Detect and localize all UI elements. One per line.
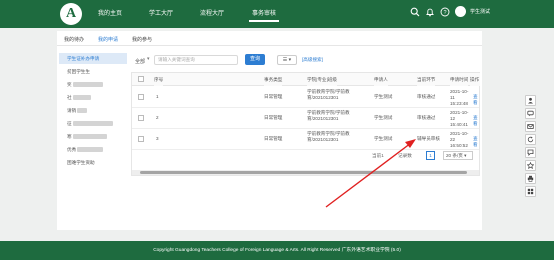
table-row: 3 日常管理 学前教育学院/学前教育/2021012301 学生测试 辅导员审核… — [132, 129, 479, 150]
bell-icon[interactable] — [425, 7, 435, 17]
sidebar-item-winter[interactable]: 寒 — [59, 131, 127, 142]
sidebar: 学生证补办申请 贫困学生生 奖 社 请销 征 寒 优秀 困难学生资助 — [57, 48, 129, 230]
sidebar-item-label: 学生证补办申请 — [67, 56, 100, 61]
view-link[interactable]: 查看 — [473, 115, 479, 127]
applications-table: 序号 事务类型 学院|专业|班级 申请人 当前环节 申请时间 操作 1 日常管理… — [131, 72, 480, 176]
sidebar-item-recruit[interactable]: 征 — [59, 118, 127, 129]
row-checkbox[interactable] — [138, 94, 144, 100]
nav-home[interactable]: 我的主页 — [95, 6, 125, 22]
row-time: 2021-10-12 15:40:41 — [450, 110, 469, 127]
row-step: 审核通过 — [417, 115, 436, 120]
footer-copyright: Copyright Guangdong Teachers College of … — [0, 241, 554, 260]
row-checkbox[interactable] — [138, 115, 144, 121]
page-size-select[interactable]: 20 条/页 ▾ — [443, 151, 473, 160]
sidebar-item-student-card[interactable]: 学生证补办申请 — [59, 53, 127, 64]
sidebar-item-excellent[interactable]: 优秀 — [59, 144, 127, 155]
advanced-search-link[interactable]: [高级搜索] — [302, 57, 323, 63]
header-type[interactable]: 事务类型 — [264, 73, 283, 86]
row-type: 日常管理 — [264, 115, 283, 120]
top-navigation: A 我的主页 学工大厅 流程大厅 事务审核 ? 学生测试 — [0, 0, 554, 28]
row-type: 日常管理 — [264, 136, 283, 141]
search-icon[interactable] — [410, 7, 420, 17]
column-view-button[interactable]: ☰ ▾ — [277, 55, 297, 65]
mail-icon[interactable] — [525, 121, 536, 132]
svg-text:?: ? — [443, 10, 446, 16]
row-checkbox[interactable] — [138, 136, 144, 142]
pagination-total: 记录数 — [398, 153, 412, 158]
sidebar-item-leave[interactable]: 请销 — [59, 105, 127, 116]
row-index: 2 — [156, 115, 159, 120]
header-class[interactable]: 学院|专业|班级 — [307, 73, 337, 86]
search-input[interactable]: 请输入关键词查询 — [154, 55, 238, 65]
sidebar-item-label: 贫困学生生 — [67, 69, 90, 74]
nav-student-hall[interactable]: 学工大厅 — [146, 6, 176, 22]
header-applicant[interactable]: 申请人 — [374, 73, 388, 86]
feedback-icon[interactable] — [525, 147, 536, 158]
avatar[interactable] — [455, 6, 466, 17]
user-icon[interactable] — [525, 95, 536, 106]
scrollbar-thumb[interactable] — [140, 171, 467, 174]
header-time[interactable]: 申请时间 — [450, 73, 469, 86]
row-time: 2021-10-11 15:23:48 — [450, 89, 469, 106]
chat-icon[interactable] — [525, 108, 536, 119]
nav-process-hall[interactable]: 流程大厅 — [197, 6, 227, 22]
header-index[interactable]: 序号 — [154, 73, 164, 86]
row-class: 学前教育学院/学前教育/2021012301 — [307, 131, 350, 142]
row-class: 学前教育学院/学前教育/2021012301 — [307, 89, 350, 100]
pagination-current: 当前1 — [372, 153, 384, 158]
header-action: 操作 — [470, 73, 480, 86]
page-number-button[interactable]: 1 — [426, 151, 435, 160]
help-icon[interactable]: ? — [440, 7, 450, 17]
sidebar-item-poverty[interactable]: 贫困学生生 — [59, 66, 127, 77]
row-step: 审核通过 — [417, 94, 436, 99]
star-icon[interactable] — [525, 160, 536, 171]
user-name[interactable]: 学生测试 — [470, 8, 490, 15]
table-row: 1 日常管理 学前教育学院/学前教育/2021012301 学生测试 审核通过 … — [132, 87, 479, 108]
content-card: 我的待办 我的申请 我的参与 学生证补办申请 贫困学生生 奖 社 请销 征 寒 … — [57, 31, 482, 230]
tab-my-participation[interactable]: 我的参与 — [132, 36, 152, 43]
sidebar-item-label: 社 — [67, 95, 72, 100]
sidebar-item-label: 困难学生资助 — [67, 160, 95, 165]
refresh-icon[interactable] — [525, 134, 536, 145]
view-link[interactable]: 查看 — [473, 94, 479, 106]
sidebar-item-scholarship[interactable]: 奖 — [59, 79, 127, 90]
sidebar-item-label: 优秀 — [67, 147, 77, 152]
row-step: 辅导员审核 — [417, 136, 440, 141]
sidebar-item-label: 征 — [67, 121, 72, 126]
row-type: 日常管理 — [264, 94, 283, 99]
sidebar-item-label: 奖 — [67, 82, 72, 87]
search-button[interactable]: 查询 — [245, 54, 265, 65]
tab-my-todo[interactable]: 我的待办 — [64, 36, 84, 43]
sidebar-item-society[interactable]: 社 — [59, 92, 127, 103]
nav-affairs-review[interactable]: 事务审核 — [249, 6, 279, 22]
sidebar-item-label: 寒 — [67, 134, 72, 139]
school-logo[interactable]: A — [60, 3, 82, 25]
select-all-checkbox[interactable] — [138, 76, 144, 82]
sidebar-item-aid[interactable]: 困难学生资助 — [59, 157, 127, 168]
row-applicant: 学生测试 — [374, 115, 393, 120]
tab-divider — [57, 45, 482, 46]
row-index: 3 — [156, 136, 159, 141]
horizontal-scrollbar[interactable] — [132, 170, 479, 175]
row-applicant: 学生测试 — [374, 94, 393, 99]
row-class: 学前教育学院/学前教育/2021012301 — [307, 110, 350, 121]
print-icon[interactable] — [525, 173, 536, 184]
row-applicant: 学生测试 — [374, 136, 393, 141]
row-time: 2021-10-22 16:50:52 — [450, 131, 469, 148]
header-step[interactable]: 当前环节 — [417, 73, 436, 86]
logo-letter-icon: A — [65, 6, 77, 21]
filter-label: 全部 — [135, 59, 146, 65]
grid-icon[interactable] — [525, 186, 536, 197]
row-index: 1 — [156, 94, 159, 99]
view-link[interactable]: 查看 — [473, 136, 479, 148]
sidebar-item-label: 请销 — [67, 108, 77, 113]
table-row: 2 日常管理 学前教育学院/学前教育/2021012301 学生测试 审核通过 … — [132, 108, 479, 129]
